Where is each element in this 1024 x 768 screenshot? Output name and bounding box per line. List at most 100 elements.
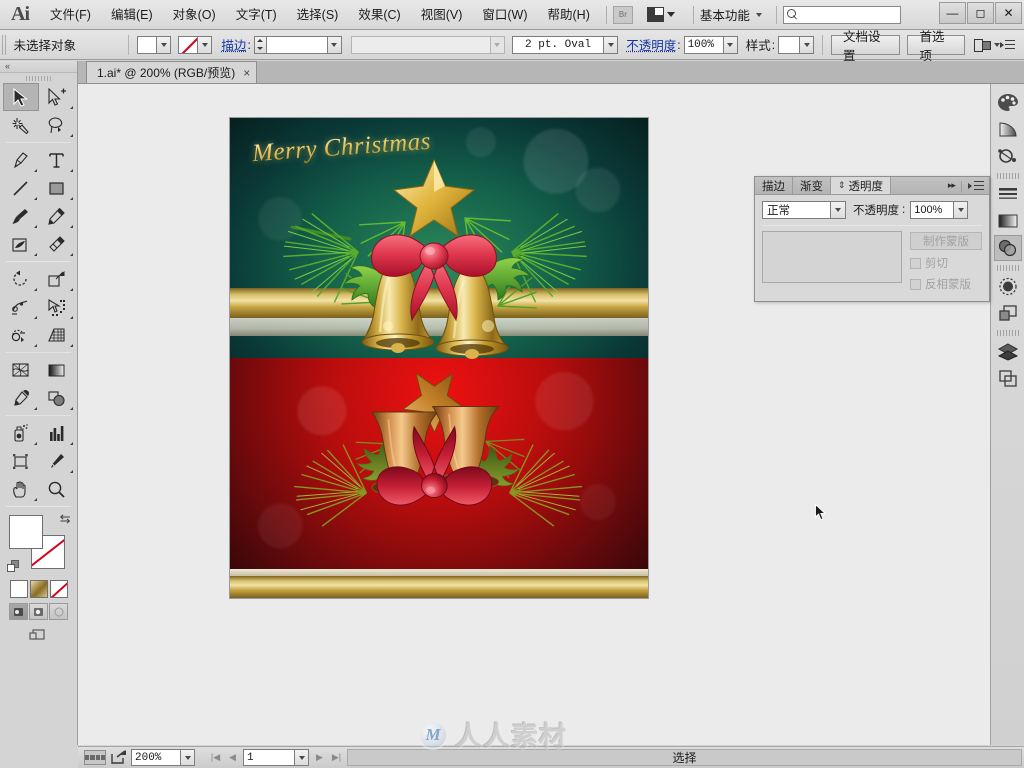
align-control[interactable]: [974, 38, 1001, 52]
swap-fill-stroke-icon[interactable]: ⇆: [60, 511, 71, 527]
layers-panel-button[interactable]: [994, 338, 1022, 364]
free-transform-tool[interactable]: [39, 293, 75, 321]
zoom-level-input[interactable]: 200%: [131, 749, 181, 766]
tools-panel-grip[interactable]: [0, 73, 77, 83]
bridge-icon[interactable]: Br: [612, 5, 633, 24]
workspace-switcher[interactable]: 基本功能: [700, 5, 762, 24]
close-icon[interactable]: ×: [243, 67, 250, 79]
tools-panel-header[interactable]: «: [0, 61, 77, 73]
line-segment-tool[interactable]: [3, 174, 39, 202]
gradient-tool[interactable]: [39, 356, 75, 384]
stroke-swatch-none[interactable]: [178, 35, 199, 54]
artboard-navigation-icon[interactable]: [84, 750, 106, 765]
panel-opacity-control[interactable]: 100%: [910, 201, 969, 219]
variable-width-profile-control[interactable]: [350, 35, 505, 54]
stroke-color-control[interactable]: [178, 35, 213, 54]
arrange-documents-button[interactable]: [646, 7, 675, 22]
eraser-tool[interactable]: [39, 230, 75, 258]
stroke-weight-link[interactable]: 描边: [221, 35, 246, 54]
preferences-button[interactable]: 首选项: [907, 30, 966, 63]
export-icon[interactable]: [110, 750, 127, 765]
search-input[interactable]: [782, 5, 901, 24]
appearance-panel-button[interactable]: [994, 273, 1022, 299]
rectangle-tool[interactable]: [39, 174, 75, 202]
selection-tool[interactable]: [2, 83, 39, 111]
collapse-to-icons-icon[interactable]: ▸▸: [948, 180, 956, 191]
blend-mode-select[interactable]: 正常: [762, 201, 846, 219]
eyedropper-tool[interactable]: [3, 384, 39, 412]
opacity-control[interactable]: 100%: [683, 35, 738, 54]
artboard-tool[interactable]: [3, 447, 39, 475]
menu-file[interactable]: 文件(F): [40, 0, 101, 30]
make-mask-button[interactable]: 制作蒙版: [910, 232, 982, 250]
clip-checkbox[interactable]: [910, 257, 921, 269]
none-mode-button[interactable]: [49, 580, 68, 598]
scale-tool[interactable]: [39, 265, 75, 293]
opacity-input[interactable]: 100%: [683, 35, 724, 54]
rotate-tool[interactable]: [3, 265, 39, 293]
fill-dropdown-button[interactable]: [157, 35, 172, 54]
menu-edit[interactable]: 编辑(E): [101, 0, 163, 30]
stroke-weight-dropdown-button[interactable]: [327, 35, 342, 54]
lasso-tool[interactable]: [39, 111, 75, 139]
pencil-tool[interactable]: [39, 202, 75, 230]
symbols-panel-button[interactable]: [994, 143, 1022, 169]
transparency-panel[interactable]: 描边 渐变 ⇕ 透明度 ▸▸ | 正常 不透明度 : 100% 制作蒙版 剪切 …: [754, 176, 990, 302]
graphic-styles-panel-button[interactable]: [994, 300, 1022, 326]
collapse-panel-icon[interactable]: «: [5, 62, 10, 71]
opacity-link[interactable]: 不透明度: [626, 35, 676, 54]
opacity-mask-thumbnail[interactable]: [762, 231, 902, 283]
prev-artboard-button[interactable]: ◀: [226, 750, 239, 766]
menu-effect[interactable]: 效果(C): [348, 0, 410, 30]
menu-type[interactable]: 文字(T): [226, 0, 287, 30]
mesh-tool[interactable]: [3, 356, 39, 384]
blend-mode-dropdown-button[interactable]: [830, 202, 845, 218]
panel-menu-button[interactable]: [968, 180, 984, 192]
fill-color-control[interactable]: [137, 35, 172, 54]
default-fill-stroke-icon[interactable]: [6, 560, 20, 573]
fill-swatch[interactable]: [137, 35, 158, 54]
color-guide-panel-button[interactable]: [994, 116, 1022, 142]
screen-mode-icon[interactable]: [28, 628, 49, 644]
fullscreen-menubar-mode-button[interactable]: [29, 603, 48, 620]
menu-window[interactable]: 窗口(W): [472, 0, 537, 30]
panel-tab-gradient[interactable]: 渐变: [793, 177, 831, 194]
type-tool[interactable]: [39, 146, 75, 174]
normal-screen-mode-button[interactable]: [9, 603, 28, 620]
gradient-mode-button[interactable]: [29, 580, 48, 598]
column-graph-tool[interactable]: [39, 419, 75, 447]
pen-tool[interactable]: [3, 146, 39, 174]
stroke-panel-button[interactable]: [994, 181, 1022, 207]
next-artboard-button[interactable]: ▶: [313, 750, 326, 766]
panel-tab-stroke[interactable]: 描边: [755, 177, 793, 194]
graphic-style-control[interactable]: [778, 35, 815, 54]
symbol-sprayer-tool[interactable]: [3, 419, 39, 447]
gradient-panel-button[interactable]: [994, 208, 1022, 234]
color-panel-button[interactable]: [994, 89, 1022, 115]
zoom-level-control[interactable]: 200%: [131, 749, 195, 766]
artboard-number-control[interactable]: 1: [243, 749, 309, 766]
magic-wand-tool[interactable]: [3, 111, 39, 139]
minimize-button[interactable]: —: [939, 2, 966, 24]
control-panel-menu-button[interactable]: [1000, 39, 1015, 51]
artboard-number-dropdown-button[interactable]: [295, 749, 309, 766]
menu-view[interactable]: 视图(V): [411, 0, 473, 30]
artboard[interactable]: Merry Christmas: [230, 118, 648, 598]
menu-help[interactable]: 帮助(H): [538, 0, 600, 30]
graphic-style-dropdown-button[interactable]: [800, 35, 815, 54]
artboards-panel-button[interactable]: [994, 365, 1022, 391]
menu-select[interactable]: 选择(S): [287, 0, 349, 30]
blob-brush-tool[interactable]: [3, 230, 39, 258]
brush-definition-input[interactable]: 2 pt. Oval: [512, 35, 605, 54]
zoom-tool[interactable]: [39, 475, 75, 503]
zoom-level-dropdown-button[interactable]: [181, 749, 195, 766]
fill-color-box[interactable]: [8, 515, 43, 549]
panel-opacity-dropdown-button[interactable]: [954, 201, 969, 219]
status-text[interactable]: 选择: [347, 749, 1022, 766]
stroke-weight-control[interactable]: [253, 35, 342, 54]
stroke-dropdown-button[interactable]: [198, 35, 213, 54]
invert-mask-checkbox[interactable]: [910, 278, 921, 290]
hand-tool[interactable]: [3, 475, 39, 503]
control-bar-grip[interactable]: [2, 34, 8, 55]
fullscreen-mode-button[interactable]: [49, 603, 68, 620]
